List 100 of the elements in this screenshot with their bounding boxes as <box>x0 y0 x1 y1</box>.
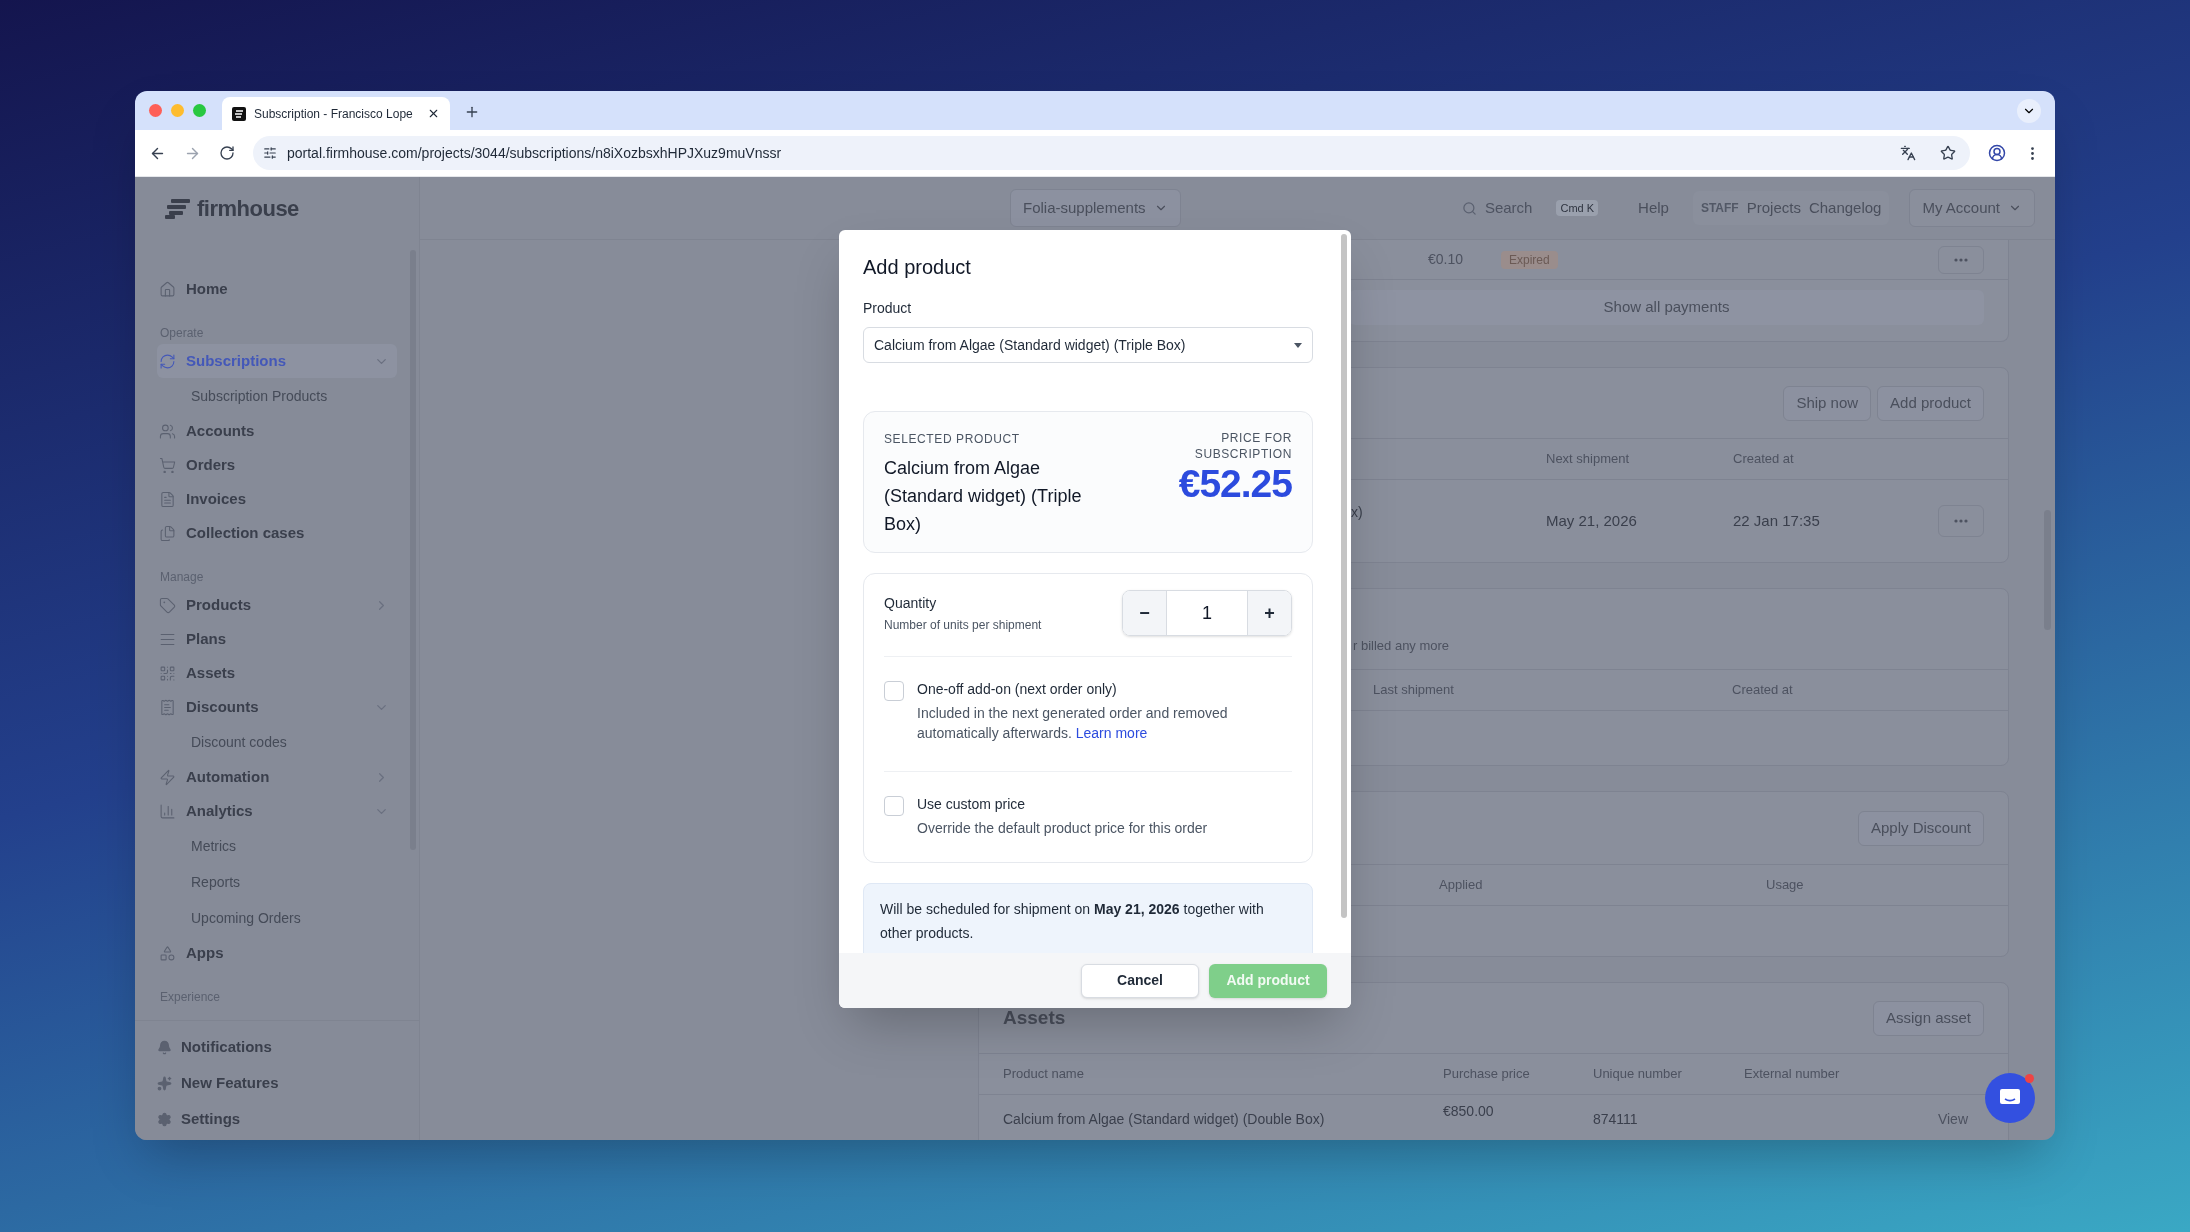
nav-item[interactable]: Invoices <box>157 482 397 516</box>
help-link[interactable]: Help <box>1638 196 1669 220</box>
purchase-price: €850.00 <box>1443 1102 1495 1121</box>
view-link[interactable]: View <box>1937 1108 1968 1130</box>
option-label: Use custom price <box>917 795 1027 814</box>
option-label: One-off add-on (next order only) <box>917 680 1118 699</box>
column-header: Usage <box>1766 876 1804 895</box>
translate-icon[interactable] <box>1900 145 1916 161</box>
column-header: Unique number <box>1593 1065 1683 1084</box>
chat-button[interactable] <box>1985 1073 2035 1123</box>
nav-item[interactable]: Apps <box>157 936 397 970</box>
action-button[interactable]: Ship now <box>1783 385 1872 421</box>
nav-item[interactable]: Assets <box>157 656 397 690</box>
cart-icon <box>159 456 176 474</box>
nav-item[interactable]: Products <box>157 588 397 622</box>
card-label: PRICE FOR SUBSCRIPTION <box>1193 430 1292 462</box>
nav-item[interactable]: Subscriptions <box>157 344 397 378</box>
address-bar[interactable]: portal.firmhouse.com/projects/3044/subscriptions/n8iXozbsxhHPJXuz9muVnssr <box>253 136 1970 170</box>
product-select[interactable]: Calcium from Algae (Standard widget) (Triple Box) <box>863 327 1313 363</box>
refresh-icon <box>159 352 176 370</box>
logo-text: firmhouse <box>197 195 299 223</box>
column-header: Applied <box>1439 876 1484 895</box>
dialog-title: Add product <box>863 255 972 280</box>
show-all-payments-button[interactable]: Show all payments <box>1349 290 1984 325</box>
favicon-icon <box>232 106 246 121</box>
logo-icon <box>165 198 191 219</box>
reload-icon[interactable] <box>219 145 235 161</box>
lightning-icon <box>159 768 176 786</box>
browser-tab[interactable]: Subscription - Francisco Lope <box>222 97 450 130</box>
card-label: SELECTED PRODUCT <box>884 431 1021 448</box>
search-icon <box>1461 200 1477 216</box>
search-field[interactable]: Search Cmd K <box>1453 191 1607 225</box>
footer-nav-item[interactable]: Notifications <box>157 1029 397 1065</box>
settings-icon <box>157 1111 172 1127</box>
nav-item[interactable]: Home <box>157 272 397 306</box>
selected-product-name: Calcium from Algae (Standard widget) (Triple Box) <box>884 457 1083 536</box>
tab-list-button[interactable] <box>2017 99 2041 123</box>
nav-item[interactable]: Collection cases <box>157 516 397 550</box>
users-icon <box>159 422 176 440</box>
sparkles-icon <box>157 1075 172 1091</box>
shortcut-hint: Cmd K <box>1556 199 1599 217</box>
quantity-label: Quantity <box>884 593 938 613</box>
payment-amount: €0.10 <box>1428 250 1465 269</box>
next-shipment: May 21, 2026 <box>1546 510 1638 531</box>
price: €52.25 <box>1178 462 1292 506</box>
schedule-note: Will be scheduled for shipment on May 21, 2026 together with other products. <box>863 883 1313 953</box>
house-icon <box>159 280 176 298</box>
column-header: Next shipment <box>1546 450 1631 469</box>
unique-number: 874111 <box>1593 1109 1639 1129</box>
column-header: External number <box>1744 1065 1840 1084</box>
footer-nav-item[interactable]: New Features <box>157 1065 397 1101</box>
assign-asset-button[interactable]: Assign asset <box>1872 1000 1984 1036</box>
created-at: 22 Jan 17:35 <box>1733 510 1820 531</box>
cancel-button[interactable]: Cancel <box>1081 963 1199 998</box>
staff-link[interactable]: Changelog <box>1808 196 1882 220</box>
nav-subitem[interactable]: Discount codes <box>157 724 397 760</box>
ellipsis-icon <box>1954 519 1968 523</box>
close-icon[interactable] <box>427 107 440 120</box>
new-tab-icon[interactable] <box>464 104 480 120</box>
nav-item[interactable]: Automation <box>157 760 397 794</box>
files-icon <box>159 524 176 542</box>
footer-nav-item[interactable]: Settings <box>157 1101 397 1137</box>
project-dropdown[interactable]: Folia-supplements <box>1010 189 1181 227</box>
learn-more-link[interactable]: Learn more <box>1075 725 1148 741</box>
nav-subitem[interactable]: Reports <box>157 864 397 900</box>
option-description: Included in the next generated order and removed automatically afterwards. Learn more <box>917 704 1229 743</box>
staff-label: STAFF <box>1700 200 1739 217</box>
profile-icon[interactable] <box>1988 144 2006 162</box>
checkbox[interactable] <box>884 796 904 816</box>
nav-subitem[interactable]: Subscription Products <box>157 378 397 414</box>
scrollbar[interactable] <box>1341 234 1347 918</box>
column-header: Created at <box>1733 450 1794 469</box>
column-header: Created at <box>1732 681 1793 700</box>
nav-subitem[interactable]: Metrics <box>157 828 397 864</box>
site-settings-icon[interactable] <box>263 146 277 160</box>
action-button[interactable]: Add product <box>1877 385 1984 421</box>
checkbox[interactable] <box>884 681 904 701</box>
tag-icon <box>159 596 176 614</box>
shapes-icon <box>159 944 176 962</box>
quantity-hint: Number of units per shipment <box>884 616 1042 634</box>
option-description: Override the default product price for this order <box>917 819 1208 838</box>
field-label: Product <box>863 299 913 318</box>
column-header: Last shipment <box>1373 681 1455 700</box>
nav-item[interactable]: Orders <box>157 448 397 482</box>
ellipsis-icon <box>1954 257 1968 262</box>
product-name: Calcium from Algae (Standard widget) (Double Box) <box>1003 1109 1326 1129</box>
account-dropdown[interactable]: My Account <box>1909 189 2035 227</box>
column-header: Product name <box>1003 1065 1085 1084</box>
nav-subitem[interactable]: Upcoming Orders <box>157 900 397 936</box>
product-name: x) <box>1351 504 1363 520</box>
column-header: Purchase price <box>1443 1065 1531 1084</box>
nav-item[interactable]: Accounts <box>157 414 397 448</box>
apply-discount-button[interactable]: Apply Discount <box>1857 810 1984 846</box>
subscription-note: r billed any more <box>1353 636 1450 655</box>
staff-link[interactable]: Projects <box>1746 196 1801 220</box>
bell-icon <box>157 1039 172 1055</box>
bookmark-star-icon[interactable] <box>1940 145 1956 161</box>
nav-item[interactable]: Discounts <box>157 690 397 724</box>
nav-item[interactable]: Plans <box>157 622 397 656</box>
nav-item[interactable]: Analytics <box>157 794 397 828</box>
